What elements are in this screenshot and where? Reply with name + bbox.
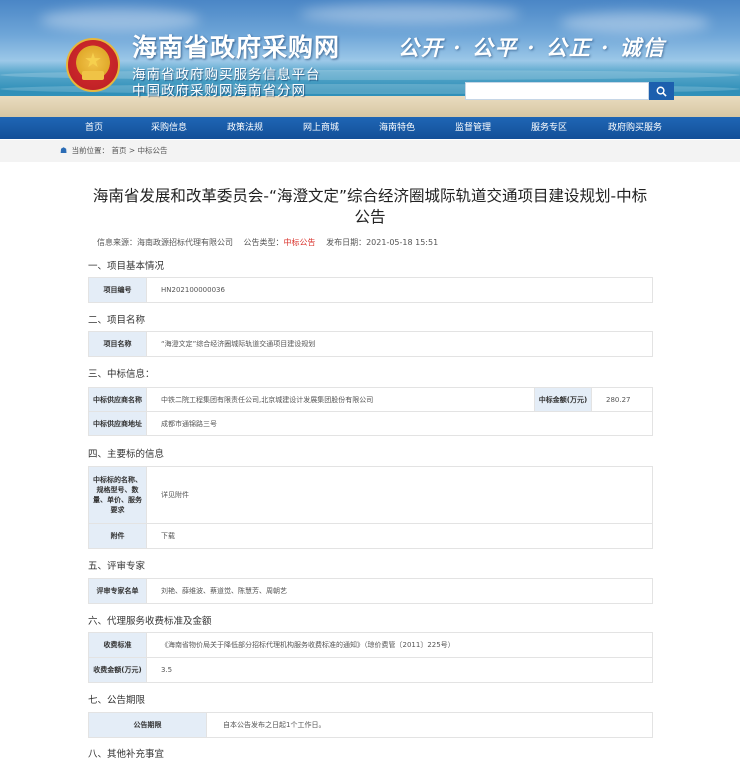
experts-label: 评审专家名单 <box>89 579 147 603</box>
nav-item-policy[interactable]: 政策法规 <box>207 117 283 139</box>
page-title: 海南省发展和改革委员会-“海澄文定”综合经济圈城际轨道交通项目建设规划-中标公告 <box>92 187 648 226</box>
supplier-address-value: 成都市通锦路三号 <box>161 419 217 428</box>
notice-period-value: 自本公告发布之日起1个工作日。 <box>223 721 326 729</box>
download-link[interactable]: 下载 <box>161 531 175 541</box>
section-heading-other: 八、其他补充事宜 <box>88 749 165 760</box>
article-meta: 信息来源：海南政源招标代理有限公司 公告类型：中标公告 发布日期：2021-05… <box>97 237 438 248</box>
breadcrumb-current[interactable]: 中标公告 <box>138 146 168 155</box>
search-icon <box>656 86 667 97</box>
type-value: 中标公告 <box>283 238 316 247</box>
date-value: 2021-05-18 15:51 <box>366 238 439 247</box>
breadcrumb-home[interactable]: 首页 <box>111 146 126 155</box>
nav-item-home[interactable]: 首页 <box>57 117 131 139</box>
nav-item-gov-service[interactable]: 政府购买服务 <box>587 117 683 139</box>
item-spec-label: 中标标的名称、规格型号、数量、单价、服务要求 <box>89 467 147 523</box>
project-number-value: HN202100000036 <box>161 286 225 294</box>
section-heading-award-info: 三、中标信息： <box>88 369 155 380</box>
section-heading-main-items: 四、主要标的信息 <box>88 449 165 460</box>
home-icon: ☗ <box>60 146 68 155</box>
section-heading-basic-info: 一、项目基本情况 <box>88 261 165 272</box>
search-button[interactable] <box>649 82 674 100</box>
header-banner: ★ 海南省政府采购网 海南省政府购买服务信息平台 中国政府采购网海南省分网 公开… <box>0 0 740 117</box>
national-emblem: ★ <box>66 38 120 92</box>
supplier-name-label: 中标供应商名称 <box>89 388 147 411</box>
main-items-table: 中标标的名称、规格型号、数量、单价、服务要求 详见附件 附件 下载 <box>88 466 653 549</box>
breadcrumb-separator: > <box>128 146 136 155</box>
attachment-label: 附件 <box>89 524 147 548</box>
type-label: 公告类型： <box>243 238 284 247</box>
search-input[interactable] <box>465 82 649 100</box>
nav-item-mall[interactable]: 网上商城 <box>283 117 359 139</box>
section-heading-experts: 五、评审专家 <box>88 561 146 572</box>
fee-amount-label: 收费金额(万元) <box>89 658 147 682</box>
project-name-value: “海澄文定”综合经济圈城际轨道交通项目建设规划 <box>161 340 316 348</box>
banner-cloud <box>560 12 710 34</box>
source-label: 信息来源： <box>97 238 137 247</box>
section-heading-notice-period: 七、公告期限 <box>88 695 146 706</box>
project-name-table: 项目名称 “海澄文定”综合经济圈城际轨道交通项目建设规划 <box>88 331 653 357</box>
award-amount-value: 280.27 <box>606 395 631 404</box>
nav-item-service[interactable]: 服务专区 <box>511 117 587 139</box>
source-value: 海南政源招标代理有限公司 <box>137 238 233 247</box>
banner-cloud <box>300 4 520 24</box>
fee-standard-label: 收费标准 <box>89 633 147 657</box>
award-info-table: 中标供应商名称 中铁二院工程集团有限责任公司,北京城建设计发展集团股份有限公司 … <box>88 387 653 436</box>
project-number-label: 项目编号 <box>89 278 147 302</box>
project-name-label: 项目名称 <box>89 332 147 356</box>
experts-table: 评审专家名单 刘艳、薛维波、蔡道觉、陈慧芳、周朝艺 <box>88 578 653 604</box>
section-heading-agency-fee: 六、代理服务收费标准及金额 <box>88 616 212 627</box>
date-label: 发布日期： <box>326 238 367 247</box>
notice-period-table: 公告期限 自本公告发布之日起1个工作日。 <box>88 712 653 738</box>
nav-item-supervision[interactable]: 监督管理 <box>435 117 511 139</box>
site-title: 海南省政府采购网 <box>132 33 341 62</box>
notice-period-label: 公告期限 <box>89 713 207 737</box>
breadcrumb: ☗ 当前位置： 首页 > 中标公告 <box>0 140 740 162</box>
item-spec-value: 详见附件 <box>161 491 189 499</box>
breadcrumb-prefix: 当前位置： <box>71 146 110 155</box>
supplier-name-value: 中铁二院工程集团有限责任公司,北京城建设计发展集团股份有限公司 <box>161 395 374 404</box>
basic-info-table: 项目编号 HN202100000036 <box>88 277 653 303</box>
fee-amount-value: 3.5 <box>161 666 173 674</box>
site-slogan: 公开 · 公平 · 公正 · 诚信 <box>398 35 666 60</box>
fee-standard-value: 《海南省物价局关于降低部分招标代理机构服务收费标准的通知》（琼价费管〔2011〕… <box>161 641 455 649</box>
agency-fee-table: 收费标准 《海南省物价局关于降低部分招标代理机构服务收费标准的通知》（琼价费管〔… <box>88 632 653 683</box>
supplier-address-label: 中标供应商地址 <box>89 412 147 435</box>
award-amount-label: 中标金额(万元) <box>534 388 592 411</box>
main-nav: 首页 采购信息 政策法规 网上商城 海南特色 监督管理 服务专区 政府购买服务 <box>0 117 740 139</box>
nav-item-hainan-special[interactable]: 海南特色 <box>359 117 435 139</box>
site-subtitle-2: 中国政府采购网海南省分网 <box>132 83 306 99</box>
experts-value: 刘艳、薛维波、蔡道觉、陈慧芳、周朝艺 <box>161 587 287 595</box>
section-heading-project-name: 二、项目名称 <box>88 315 146 326</box>
nav-item-procurement[interactable]: 采购信息 <box>131 117 207 139</box>
